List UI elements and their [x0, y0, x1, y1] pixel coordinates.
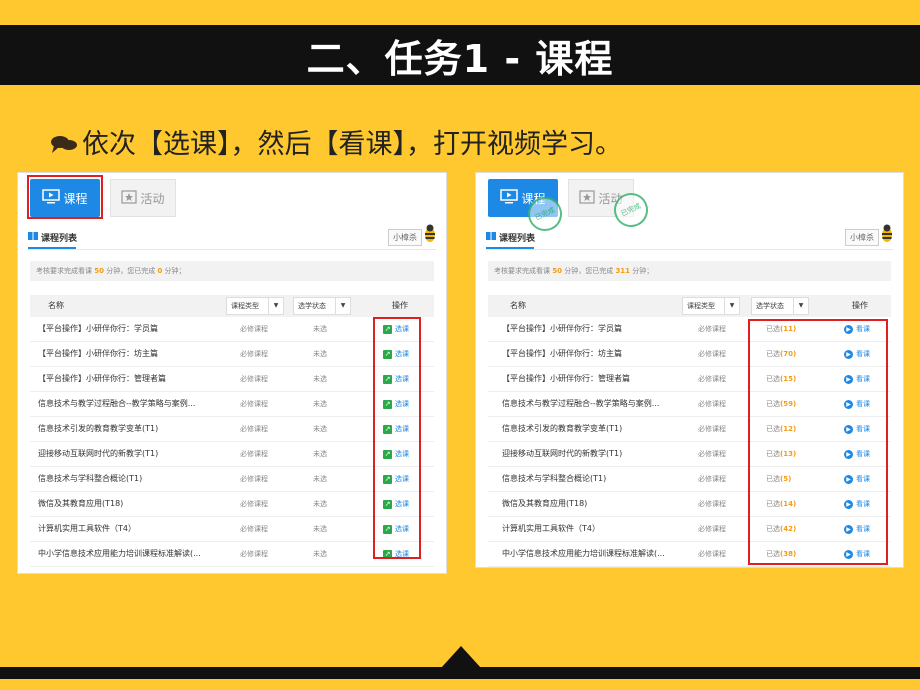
- course-type: 必修课程: [240, 550, 268, 558]
- status-cell: 未选: [313, 325, 327, 333]
- course-name: 【平台操作】小研伴你行：学员篇: [502, 324, 622, 333]
- course-type: 必修课程: [698, 375, 726, 383]
- status-cell: 未选: [313, 475, 327, 483]
- course-type: 必修课程: [698, 550, 726, 558]
- course-type: 必修课程: [240, 375, 268, 383]
- helper-button[interactable]: 小樟杀: [388, 229, 422, 246]
- instruction-line: 依次【选课】，然后【看课】，打开视频学习。: [50, 122, 622, 161]
- bee-mascot-icon: [424, 223, 436, 243]
- chevron-down-icon: ▼: [724, 298, 739, 314]
- course-type: 必修课程: [240, 400, 268, 408]
- course-type: 必修课程: [240, 475, 268, 483]
- course-name: 信息技术与学科整合概论(T1): [502, 474, 607, 483]
- book-icon: [28, 232, 38, 243]
- chevron-down-icon: ▼: [335, 298, 350, 314]
- slide-title-bar: 二、任务1 - 课程: [0, 25, 920, 85]
- col-action: 操作: [392, 301, 408, 310]
- course-name: 【平台操作】小研伴你行：管理者篇: [502, 374, 630, 383]
- tab-activity[interactable]: 活动: [110, 179, 176, 217]
- requirement-notice: 考核要求完成看课 50 分钟，您已完成 311 分钟；: [488, 261, 891, 281]
- course-name: 微信及其教育应用(T18): [38, 499, 124, 508]
- course-type-filter[interactable]: 课程类型 ▼: [682, 297, 740, 315]
- course-type: 必修课程: [698, 400, 726, 408]
- course-type: 必修课程: [698, 475, 726, 483]
- tab-bar: 课程 活动: [18, 173, 446, 223]
- course-type: 必修课程: [698, 450, 726, 458]
- table-header: 名称 课程类型 ▼ 选学状态 ▼ 操作: [488, 295, 891, 317]
- course-name: 【平台操作】小研伴你行：坊主篇: [502, 349, 622, 358]
- status-action-highlight: [748, 319, 888, 565]
- status-cell: 未选: [313, 500, 327, 508]
- course-name: 微信及其教育应用(T18): [502, 499, 588, 508]
- book-icon: [486, 232, 496, 243]
- course-name: 计算机实用工具软件（T4）: [502, 524, 600, 533]
- col-name: 名称: [510, 301, 526, 310]
- instruction-text: 依次【选课】，然后【看课】，打开视频学习。: [82, 129, 622, 160]
- status-filter[interactable]: 选学状态 ▼: [751, 297, 809, 315]
- course-name: 【平台操作】小研伴你行：管理者篇: [38, 374, 166, 383]
- course-type: 必修课程: [240, 450, 268, 458]
- tab-bar: 课程 活动 已完成 已完成: [476, 173, 903, 237]
- bottom-triangle: [441, 646, 481, 668]
- status-cell: 未选: [313, 425, 327, 433]
- course-type: 必修课程: [240, 500, 268, 508]
- list-title-text: 课程列表: [41, 234, 78, 244]
- course-name: 【平台操作】小研伴你行：坊主篇: [38, 349, 158, 358]
- list-title: 课程列表: [28, 231, 78, 249]
- course-type: 必修课程: [240, 425, 268, 433]
- status-cell: 未选: [313, 350, 327, 358]
- chevron-down-icon: ▼: [793, 298, 808, 314]
- course-name: 迎接移动互联网时代的新教学(T1): [502, 449, 623, 458]
- status-filter[interactable]: 选学状态 ▼: [293, 297, 351, 315]
- tab-activity-label: 活动: [140, 191, 165, 206]
- course-name: 【平台操作】小研伴你行：学员篇: [38, 324, 158, 333]
- table-header: 名称 课程类型 ▼ 选学状态 ▼ 操作: [30, 295, 434, 317]
- course-type-filter[interactable]: 课程类型 ▼: [226, 297, 284, 315]
- star-icon: [121, 189, 138, 207]
- course-type: 必修课程: [698, 525, 726, 533]
- bottom-bar: [0, 667, 920, 679]
- list-title-text: 课程列表: [499, 234, 536, 244]
- course-name: 信息技术引发的教育教学变革(T1): [38, 424, 159, 433]
- course-type: 必修课程: [240, 525, 268, 533]
- slide-title: 二、任务1 - 课程: [306, 36, 614, 81]
- status-cell: 未选: [313, 450, 327, 458]
- course-name: 信息技术与学科整合概论(T1): [38, 474, 143, 483]
- course-panel-after: 课程 活动 已完成 已完成 课程列表 小樟杀 考核要求完成看课 50 分钟，您已…: [475, 172, 904, 568]
- select-action-highlight: [373, 317, 421, 559]
- list-header: 课程列表 小樟杀: [28, 224, 436, 250]
- monitor-icon: [500, 188, 519, 208]
- status-cell: 未选: [313, 550, 327, 558]
- course-name: 中小学信息技术应用能力培训课程标准解读(...: [502, 549, 665, 558]
- list-title: 课程列表: [486, 231, 536, 249]
- list-header: 课程列表 小樟杀: [486, 224, 893, 250]
- col-name: 名称: [48, 301, 64, 310]
- speech-bubble-icon: [50, 131, 78, 153]
- course-name: 中小学信息技术应用能力培训课程标准解读(...: [38, 549, 201, 558]
- course-name: 计算机实用工具软件（T4）: [38, 524, 136, 533]
- course-name: 信息技术引发的教育教学变革(T1): [502, 424, 623, 433]
- course-type: 必修课程: [698, 325, 726, 333]
- status-cell: 未选: [313, 525, 327, 533]
- star-icon: [579, 189, 596, 207]
- requirement-notice: 考核要求完成看课 50 分钟，您已完成 0 分钟；: [30, 261, 434, 281]
- helper-button[interactable]: 小樟杀: [845, 229, 879, 246]
- course-name: 信息技术与教学过程融合--教学策略与案例...: [38, 399, 196, 408]
- course-type: 必修课程: [698, 500, 726, 508]
- course-panel-before: 课程 活动 课程列表 小樟杀 考核要求完成看课 50 分钟，您已完成 0 分钟；…: [17, 172, 447, 574]
- course-name: 迎接移动互联网时代的新教学(T1): [38, 449, 159, 458]
- course-type: 必修课程: [698, 350, 726, 358]
- course-type: 必修课程: [240, 350, 268, 358]
- course-type: 必修课程: [240, 325, 268, 333]
- chevron-down-icon: ▼: [268, 298, 283, 314]
- status-cell: 未选: [313, 375, 327, 383]
- course-type: 必修课程: [698, 425, 726, 433]
- course-name: 信息技术与教学过程融合--教学策略与案例...: [502, 399, 660, 408]
- col-action: 操作: [852, 301, 868, 310]
- status-cell: 未选: [313, 400, 327, 408]
- bee-mascot-icon: [881, 223, 893, 243]
- tab-course-highlight: [27, 175, 103, 219]
